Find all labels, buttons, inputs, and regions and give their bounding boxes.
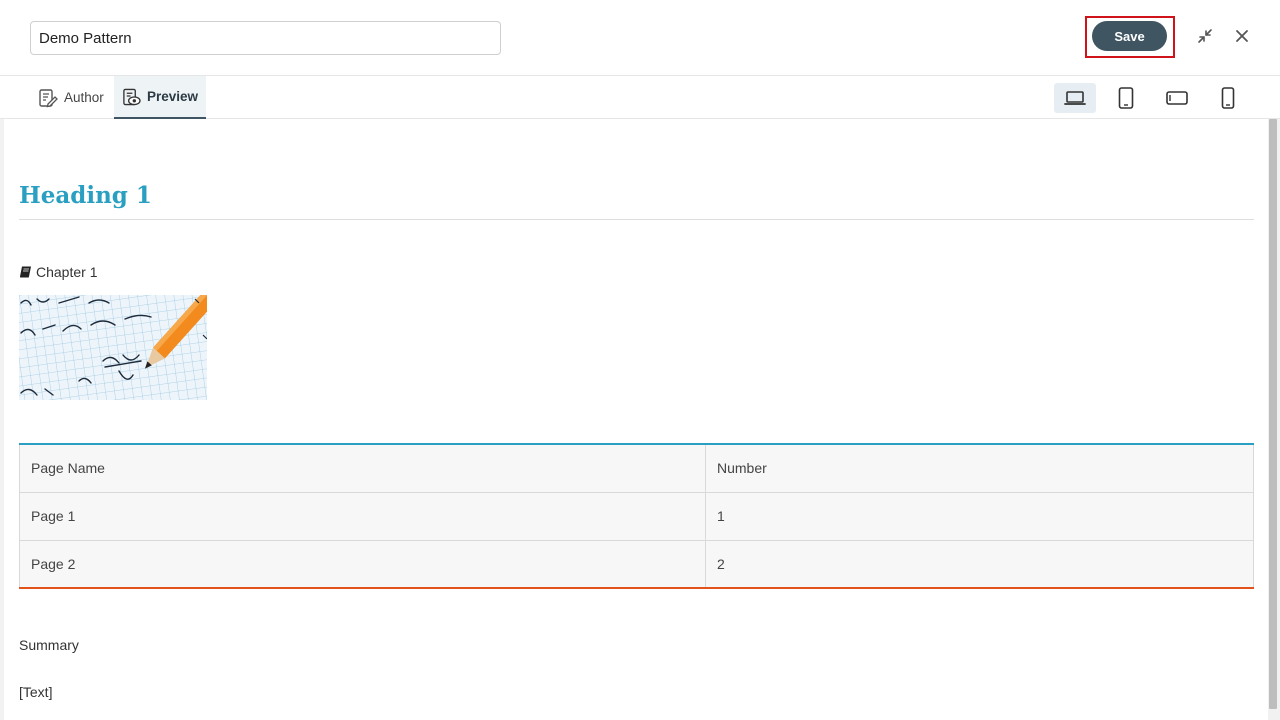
device-tablet-landscape-button[interactable] (1156, 83, 1198, 113)
tablet-icon (1118, 87, 1134, 109)
collapse-button[interactable] (1193, 24, 1217, 48)
phone-icon (1221, 87, 1235, 109)
device-laptop-button[interactable] (1054, 83, 1096, 113)
tab-preview-label: Preview (146, 89, 198, 104)
mode-tabs-bar: Author Preview (0, 76, 1280, 119)
pattern-title-input[interactable] (30, 21, 501, 55)
table-header-cell: Page Name (19, 443, 706, 493)
content-heading: Heading 1 (19, 182, 152, 209)
table-cell: 2 (705, 539, 1254, 589)
math-worksheet-image (19, 295, 207, 400)
heading-divider (19, 219, 1254, 220)
pages-table: Page Name Number Page 1 1 Page 2 2 (19, 443, 1254, 589)
preview-content-area (0, 119, 1268, 720)
table-cell: Page 2 (19, 539, 706, 589)
table-header-cell: Number (705, 443, 1254, 493)
table-row: Page 2 2 (19, 539, 1254, 589)
author-edit-icon (39, 88, 58, 107)
table-row: Page 1 1 (19, 491, 1254, 541)
laptop-icon (1064, 91, 1086, 105)
device-phone-button[interactable] (1207, 83, 1249, 113)
tab-preview[interactable]: Preview (114, 76, 206, 119)
table-cell: 1 (705, 491, 1254, 541)
summary-label: Summary (19, 637, 79, 653)
table-header-row: Page Name Number (19, 443, 1254, 493)
chapter-label: Chapter 1 (19, 264, 97, 280)
text-placeholder: [Text] (19, 684, 53, 700)
device-tablet-button[interactable] (1105, 83, 1147, 113)
tab-author[interactable]: Author (30, 76, 114, 119)
save-button[interactable]: Save (1092, 21, 1167, 51)
collapse-icon (1198, 29, 1212, 43)
tablet-landscape-icon (1166, 91, 1188, 105)
preview-scrollbar-thumb[interactable] (1269, 119, 1277, 709)
book-icon (20, 266, 31, 278)
tab-author-label: Author (64, 90, 104, 105)
top-header: Save (0, 0, 1280, 76)
table-cell: Page 1 (19, 491, 706, 541)
chapter-text: Chapter 1 (36, 264, 98, 280)
preview-icon (123, 88, 141, 105)
close-button[interactable] (1230, 24, 1254, 48)
close-icon (1236, 30, 1248, 42)
